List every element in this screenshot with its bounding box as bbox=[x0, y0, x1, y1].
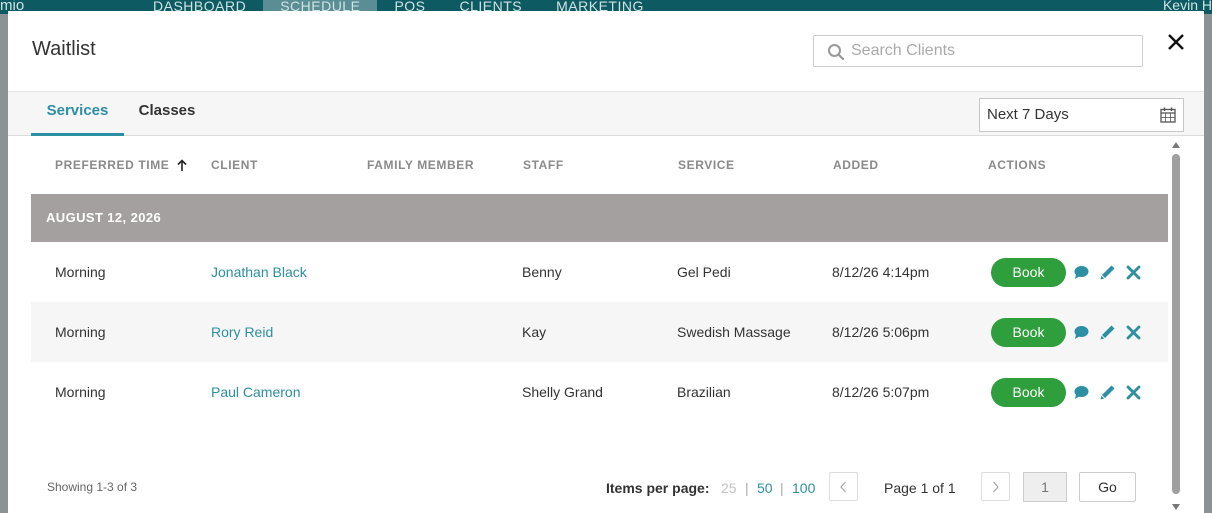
modal-title: Waitlist bbox=[32, 38, 96, 60]
calendar-icon bbox=[1160, 107, 1176, 123]
background-page-right bbox=[1204, 14, 1212, 513]
added-cell: 8/12/26 5:06pm bbox=[832, 324, 930, 340]
added-cell: 8/12/26 5:07pm bbox=[832, 384, 930, 400]
header-preferred-time-label: PREFERRED TIME bbox=[55, 158, 170, 172]
date-range-select[interactable]: Next 7 Days bbox=[979, 98, 1184, 132]
showing-count: Showing 1-3 of 3 bbox=[47, 480, 138, 494]
items-per-page-25: 25 bbox=[721, 480, 737, 496]
search-clients-input[interactable] bbox=[851, 40, 1131, 62]
edit-pencil-icon[interactable] bbox=[1099, 324, 1116, 341]
search-icon bbox=[828, 44, 845, 61]
date-group-header: AUGUST 12, 2026 bbox=[31, 194, 1168, 242]
header-family-member[interactable]: FAMILY MEMBER bbox=[367, 158, 474, 172]
tab-services[interactable]: Services bbox=[31, 92, 124, 136]
vertical-scrollbar[interactable] bbox=[1170, 137, 1182, 513]
message-icon[interactable] bbox=[1073, 384, 1090, 401]
scroll-up-arrow-icon[interactable] bbox=[1172, 141, 1180, 149]
tabs-bar: Services Classes Next 7 Days bbox=[8, 91, 1204, 136]
message-icon[interactable] bbox=[1073, 264, 1090, 281]
search-clients-box[interactable] bbox=[813, 35, 1143, 67]
chevron-left-icon bbox=[840, 481, 846, 493]
close-icon[interactable] bbox=[1165, 31, 1187, 53]
modal-header: Waitlist bbox=[8, 11, 1204, 91]
waitlist-modal: Waitlist Services Classes Next 7 Days bbox=[8, 11, 1204, 513]
header-added[interactable]: ADDED bbox=[833, 158, 879, 172]
page-indicator: Page 1 of 1 bbox=[884, 480, 956, 496]
preferred-time-cell: Morning bbox=[55, 324, 106, 340]
client-link[interactable]: Jonathan Black bbox=[211, 242, 307, 302]
staff-cell: Shelly Grand bbox=[522, 384, 603, 400]
separator: | bbox=[745, 480, 749, 496]
edit-pencil-icon[interactable] bbox=[1099, 264, 1116, 281]
separator: | bbox=[780, 480, 784, 496]
book-button[interactable]: Book bbox=[991, 378, 1066, 407]
sort-ascending-icon bbox=[177, 159, 187, 171]
client-link[interactable]: Paul Cameron bbox=[211, 362, 301, 422]
header-actions: ACTIONS bbox=[988, 158, 1047, 172]
edit-pencil-icon[interactable] bbox=[1099, 384, 1116, 401]
scroll-down-arrow-icon[interactable] bbox=[1172, 503, 1180, 511]
waitlist-table: PREFERRED TIME CLIENT FAMILY MEMBER STAF… bbox=[8, 137, 1204, 513]
service-cell: Gel Pedi bbox=[677, 264, 731, 280]
remove-x-icon[interactable] bbox=[1125, 264, 1142, 281]
items-per-page-label: Items per page: bbox=[606, 480, 710, 496]
header-service[interactable]: SERVICE bbox=[678, 158, 735, 172]
table-row: Morning Paul Cameron Shelly Grand Brazil… bbox=[31, 362, 1168, 422]
table-row: Morning Jonathan Black Benny Gel Pedi 8/… bbox=[31, 242, 1168, 302]
scrollbar-thumb[interactable] bbox=[1172, 154, 1180, 494]
preferred-time-cell: Morning bbox=[55, 384, 106, 400]
service-cell: Brazilian bbox=[677, 384, 731, 400]
previous-page-button[interactable] bbox=[829, 472, 858, 501]
book-button[interactable]: Book bbox=[991, 258, 1066, 287]
service-cell: Swedish Massage bbox=[677, 324, 791, 340]
remove-x-icon[interactable] bbox=[1125, 324, 1142, 341]
remove-x-icon[interactable] bbox=[1125, 384, 1142, 401]
pagination-footer: Showing 1-3 of 3 Items per page: 25 | 50… bbox=[8, 465, 1204, 513]
chevron-right-icon bbox=[993, 481, 999, 493]
message-icon[interactable] bbox=[1073, 324, 1090, 341]
client-link[interactable]: Rory Reid bbox=[211, 302, 273, 362]
table-row: Morning Rory Reid Kay Swedish Massage 8/… bbox=[31, 302, 1168, 362]
header-preferred-time[interactable]: PREFERRED TIME bbox=[55, 158, 187, 172]
next-page-button[interactable] bbox=[981, 472, 1010, 501]
book-button[interactable]: Book bbox=[991, 318, 1066, 347]
staff-cell: Benny bbox=[522, 264, 562, 280]
header-client[interactable]: CLIENT bbox=[211, 158, 258, 172]
page-number-input[interactable] bbox=[1023, 472, 1067, 502]
preferred-time-cell: Morning bbox=[55, 264, 106, 280]
items-per-page-100[interactable]: 100 bbox=[792, 480, 815, 496]
background-page-left bbox=[0, 14, 8, 513]
table-header: PREFERRED TIME CLIENT FAMILY MEMBER STAF… bbox=[31, 137, 1168, 193]
date-range-value: Next 7 Days bbox=[987, 106, 1069, 123]
go-button[interactable]: Go bbox=[1079, 472, 1136, 502]
added-cell: 8/12/26 4:14pm bbox=[832, 264, 930, 280]
items-per-page-50[interactable]: 50 bbox=[757, 480, 773, 496]
header-staff[interactable]: STAFF bbox=[523, 158, 564, 172]
tab-classes[interactable]: Classes bbox=[132, 92, 202, 136]
staff-cell: Kay bbox=[522, 324, 547, 340]
